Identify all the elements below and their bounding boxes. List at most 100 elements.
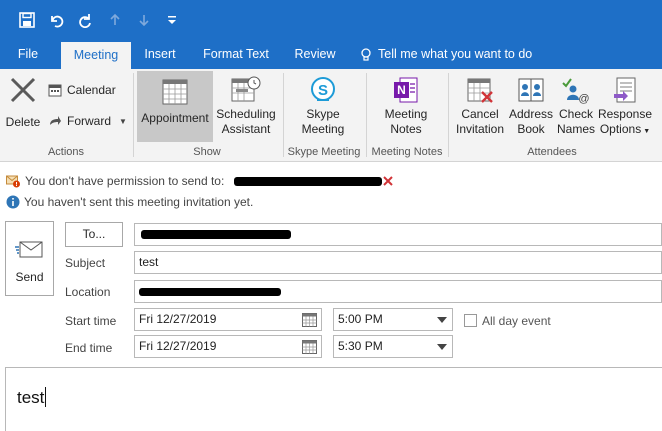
forward-button[interactable]: Forward ▼ — [48, 114, 127, 128]
address-book-icon — [518, 78, 544, 102]
quick-access-toolbar — [0, 0, 662, 40]
arrow-down-icon[interactable] — [133, 9, 155, 31]
address-label-1: Address — [508, 107, 554, 121]
calendar-icon — [48, 84, 62, 97]
forward-label: Forward — [67, 114, 112, 128]
scheduling-assistant-icon — [231, 76, 261, 102]
check-label-1: Check — [558, 107, 593, 121]
chevron-down-icon — [437, 344, 447, 350]
subject-label: Subject — [65, 256, 106, 270]
arrow-up-icon[interactable] — [104, 9, 126, 31]
message-body[interactable]: test — [5, 367, 662, 431]
text-caret — [45, 387, 47, 407]
to-label: To... — [82, 227, 106, 241]
end-date-picker[interactable]: Fri 12/27/2019 — [134, 335, 322, 358]
skype-meeting-button[interactable]: S Skype Meeting — [292, 75, 354, 143]
calendar-icon[interactable] — [302, 339, 317, 354]
check-label-2: Names — [556, 122, 595, 136]
end-time-value: 5:30 PM — [338, 339, 383, 353]
redacted-recipient — [234, 176, 383, 186]
skype-label-1: Skype — [306, 107, 340, 121]
to-button[interactable]: To... — [65, 222, 123, 247]
redacted-location — [139, 288, 281, 296]
calendar-button[interactable]: Calendar — [48, 83, 116, 97]
group-actions-label: Actions — [47, 146, 85, 158]
scheduling-label-1: Scheduling — [216, 107, 276, 121]
end-time-label: End time — [65, 341, 113, 355]
check-names-icon: @ — [562, 78, 590, 105]
calendar-icon[interactable] — [302, 312, 317, 327]
svg-text:N: N — [397, 83, 406, 97]
appointment-grid-icon — [162, 79, 188, 105]
subject-input[interactable]: test — [134, 251, 662, 274]
calendar-label: Calendar — [67, 83, 116, 97]
delete-x-icon — [10, 77, 36, 103]
notes-label-1: Meeting — [384, 107, 428, 121]
group-show-label: Show — [193, 146, 221, 158]
group-attendees-label: Attendees — [527, 146, 577, 158]
start-date-picker[interactable]: Fri 12/27/2019 — [134, 308, 322, 331]
tab-insert[interactable]: Insert — [138, 40, 182, 69]
skype-label-2: Meeting — [301, 122, 345, 136]
onenote-icon: N — [394, 77, 418, 103]
cancel-invitation-icon — [467, 78, 493, 103]
response-label-2-row: Options ▼ — [597, 122, 653, 139]
group-separator — [448, 73, 449, 157]
tab-file[interactable]: File — [8, 40, 48, 69]
all-day-checkbox[interactable] — [464, 314, 477, 327]
start-time-label: Start time — [65, 314, 117, 328]
redo-icon[interactable] — [74, 9, 96, 31]
tell-me-label: Tell me what you want to do — [378, 47, 533, 61]
send-envelope-icon — [14, 241, 42, 258]
response-label-2: Options — [599, 122, 642, 136]
tab-meeting[interactable]: Meeting — [61, 42, 131, 69]
tab-format-text[interactable]: Format Text — [197, 40, 275, 69]
group-separator — [133, 73, 134, 157]
start-time-value: 5:00 PM — [338, 312, 383, 326]
not-sent-text: You haven't sent this meeting invitation… — [24, 195, 254, 209]
permission-text: You don't have permission to send to: — [25, 174, 225, 188]
meeting-notes-button[interactable]: N Meeting Notes — [376, 75, 436, 143]
group-notes-label: Meeting Notes — [371, 146, 443, 158]
group-separator — [283, 73, 284, 157]
ribbon-tabs: File Meeting Insert Format Text Review T… — [0, 40, 662, 69]
warning-envelope-icon — [6, 175, 20, 187]
address-book-button[interactable]: Address Book — [508, 75, 554, 143]
cancel-invitation-button[interactable]: Cancel Invitation — [452, 75, 508, 143]
ribbon: Delete Calendar Forward ▼ Actions Appoin… — [0, 69, 662, 162]
info-icon — [6, 195, 20, 209]
skype-icon: S — [311, 77, 335, 101]
undo-icon[interactable] — [45, 9, 67, 31]
end-time-dropdown[interactable]: 5:30 PM — [333, 335, 453, 358]
lightbulb-icon — [361, 47, 371, 61]
red-x-icon — [383, 176, 394, 186]
tell-me-search[interactable]: Tell me what you want to do — [360, 40, 532, 69]
address-label-2: Book — [517, 122, 545, 136]
appointment-button[interactable]: Appointment — [137, 71, 213, 142]
scheduling-assistant-button[interactable]: Scheduling Assistant — [215, 75, 277, 143]
permission-notice: You don't have permission to send to: — [6, 171, 394, 191]
response-options-icon — [614, 77, 636, 103]
response-options-button[interactable]: Response Options ▼ — [597, 75, 653, 143]
check-names-button[interactable]: @ Check Names — [555, 75, 597, 143]
chevron-down-icon: ▼ — [119, 116, 127, 126]
customize-qat-icon[interactable] — [161, 9, 183, 31]
notes-label-2: Notes — [390, 122, 422, 136]
send-button[interactable]: Send — [5, 221, 54, 296]
cancel-label-2: Invitation — [455, 122, 505, 136]
delete-label: Delete — [5, 115, 41, 129]
location-input[interactable] — [134, 280, 662, 303]
appointment-label: Appointment — [141, 111, 209, 125]
forward-arrow-icon — [50, 116, 61, 125]
start-time-dropdown[interactable]: 5:00 PM — [333, 308, 453, 331]
send-label: Send — [15, 270, 44, 284]
body-text: test — [17, 388, 45, 407]
save-icon[interactable] — [16, 9, 38, 31]
all-day-label: All day event — [482, 314, 551, 328]
tab-review[interactable]: Review — [289, 40, 341, 69]
not-sent-notice: You haven't sent this meeting invitation… — [6, 192, 253, 212]
delete-button[interactable]: Delete — [4, 75, 42, 137]
to-field[interactable] — [134, 223, 662, 246]
svg-text:@: @ — [578, 93, 589, 105]
redacted-to-address — [141, 230, 291, 239]
